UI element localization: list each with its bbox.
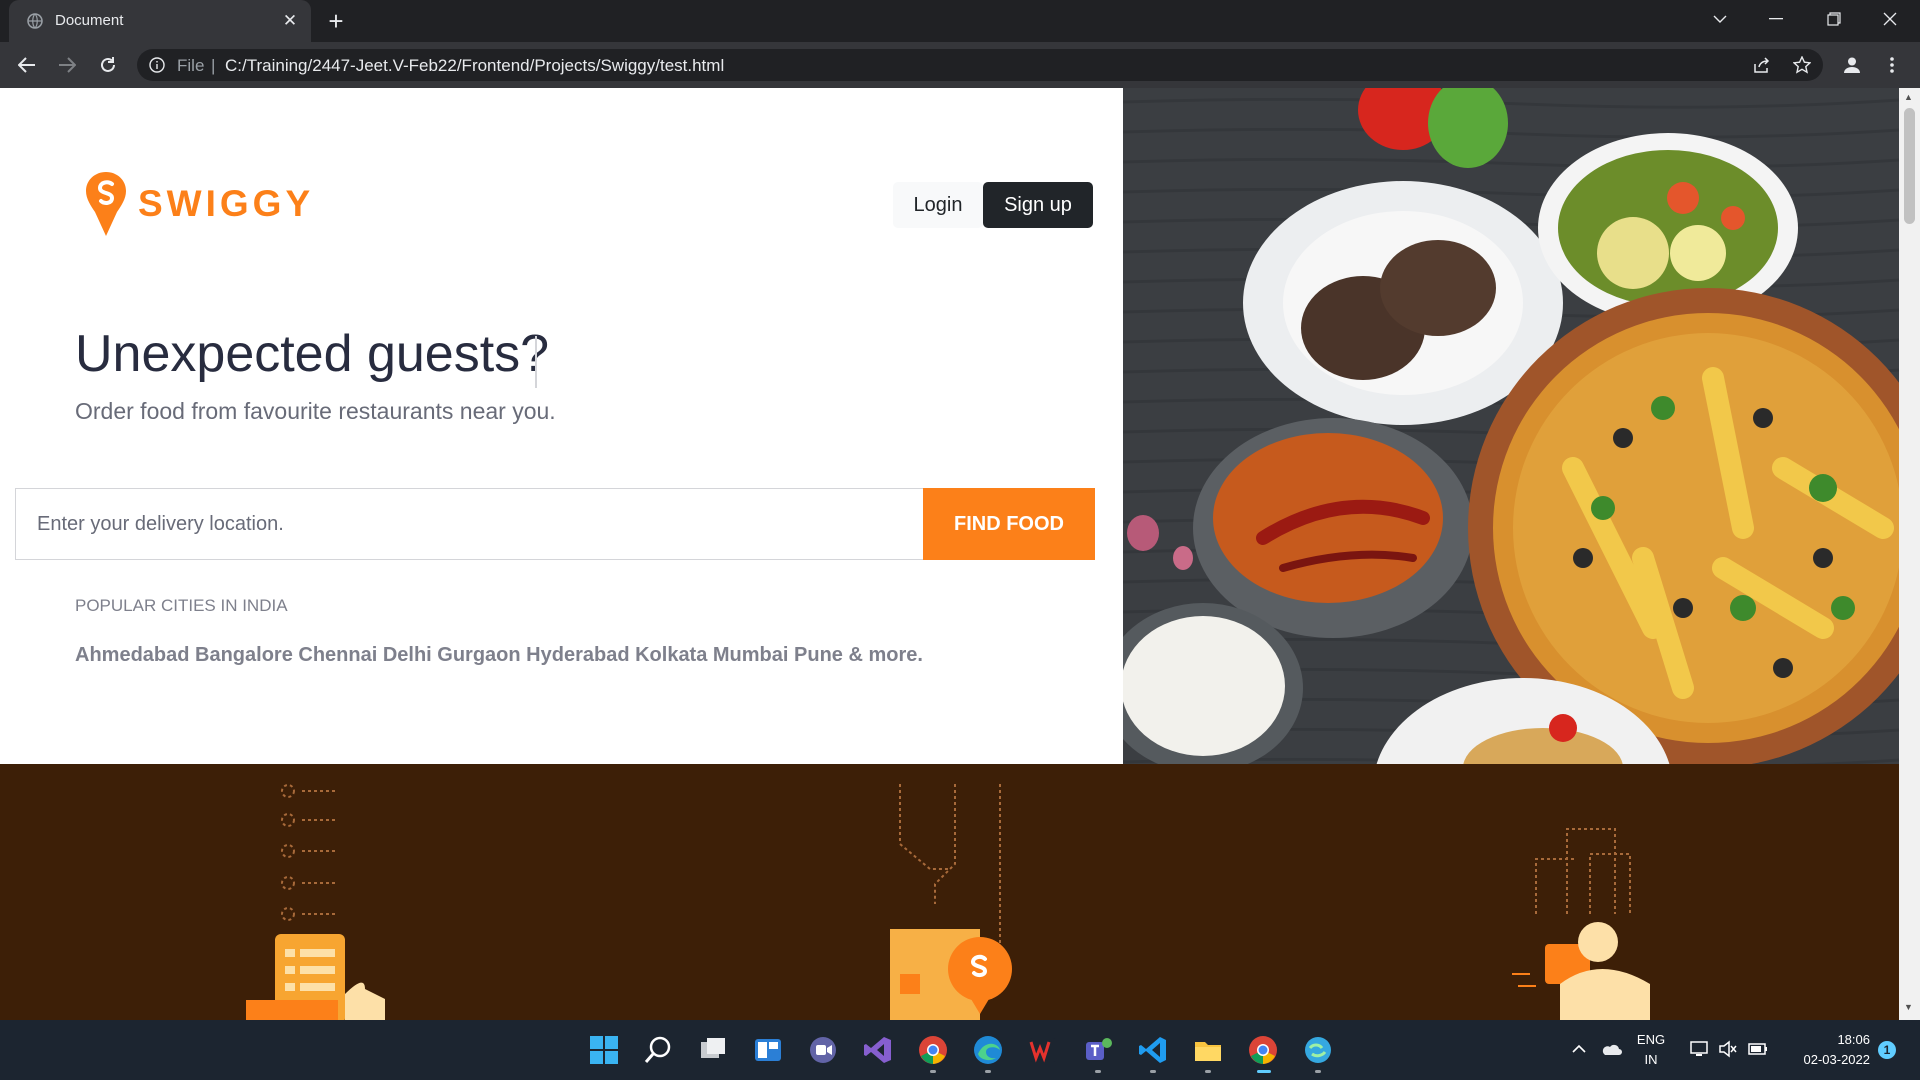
- battery-charging-icon[interactable]: [1746, 1040, 1768, 1058]
- address-separator: |: [211, 56, 216, 75]
- brand-wordmark: SWIGGY: [138, 183, 315, 224]
- share-icon[interactable]: [1750, 53, 1774, 77]
- notification-badge[interactable]: 1: [1878, 1041, 1896, 1059]
- clock-date[interactable]: 02-03-2022: [1780, 1052, 1871, 1067]
- running-indicator: [985, 1070, 991, 1073]
- teams-chat-icon[interactable]: [807, 1034, 839, 1066]
- forward-icon[interactable]: [52, 50, 82, 80]
- tab-title: Document: [55, 12, 124, 29]
- active-indicator: [1257, 1070, 1271, 1073]
- find-food-button[interactable]: FIND FOOD: [923, 488, 1095, 560]
- restore-icon[interactable]: [1806, 0, 1862, 38]
- window-close-icon[interactable]: [1862, 0, 1918, 38]
- scrollbar-thumb[interactable]: [1904, 108, 1915, 224]
- tab-close-icon[interactable]: ✕: [279, 10, 301, 32]
- login-button[interactable]: Login: [893, 182, 983, 228]
- tab-strip: Document ✕ +: [0, 0, 1920, 42]
- hero-section: SWIGGY Login Sign up Unexpected guests? …: [0, 88, 1123, 764]
- minimize-icon[interactable]: [1748, 0, 1804, 38]
- address-url[interactable]: C:/Training/2447-Jeet.V-Feb22/Frontend/P…: [225, 56, 724, 76]
- reload-icon[interactable]: [93, 50, 123, 80]
- browser-toolbar: File | C:/Training/2447-Jeet.V-Feb22/Fro…: [0, 42, 1920, 88]
- tray-chevron-up-icon[interactable]: [1572, 1044, 1586, 1054]
- network-icon[interactable]: [1690, 1040, 1710, 1058]
- popular-cities-list[interactable]: Ahmedabad Bangalore Chennai Delhi Gurgao…: [75, 644, 923, 667]
- profile-icon[interactable]: [1840, 53, 1864, 77]
- edge-icon[interactable]: [972, 1034, 1004, 1066]
- running-indicator: [1095, 1070, 1101, 1073]
- order-illustration: [281, 784, 338, 921]
- weather-app-icon[interactable]: [1302, 1034, 1334, 1066]
- address-bar[interactable]: File | C:/Training/2447-Jeet.V-Feb22/Fro…: [137, 49, 1823, 81]
- vertical-scrollbar[interactable]: ▲ ▼: [1899, 88, 1920, 1020]
- info-icon[interactable]: [149, 57, 165, 73]
- browser-tab[interactable]: Document ✕: [9, 0, 311, 42]
- swiggy-pin-icon: [86, 172, 126, 236]
- back-icon[interactable]: [12, 50, 42, 80]
- bookmark-star-icon[interactable]: [1790, 53, 1814, 77]
- windows-start-icon[interactable]: [588, 1034, 620, 1066]
- address-scheme: File: [177, 56, 205, 75]
- visual-studio-icon[interactable]: [862, 1034, 894, 1066]
- new-tab-button[interactable]: +: [322, 7, 350, 35]
- signup-button[interactable]: Sign up: [983, 182, 1093, 228]
- swiggy-logo[interactable]: SWIGGY: [84, 170, 314, 238]
- teams-icon[interactable]: [1082, 1034, 1114, 1066]
- wps-office-icon[interactable]: [1027, 1034, 1059, 1066]
- how-it-works-section: [0, 764, 1899, 1020]
- chrome-icon[interactable]: [917, 1034, 949, 1066]
- page-viewport: SWIGGY Login Sign up Unexpected guests? …: [0, 88, 1920, 1020]
- windows-taskbar: ENG IN 18:06 02-03-2022 1: [0, 1020, 1920, 1080]
- food-hero-image: [1123, 88, 1899, 764]
- page-subtitle: Order food from favourite restaurants ne…: [75, 398, 556, 424]
- menu-kebab-icon[interactable]: [1880, 53, 1904, 77]
- tab-search-icon[interactable]: [1692, 0, 1748, 38]
- location-search: FIND FOOD: [15, 488, 1095, 560]
- delivery-location-input[interactable]: [16, 489, 922, 559]
- popular-cities-heading: POPULAR CITIES IN INDIA: [75, 596, 288, 615]
- language-region[interactable]: IN: [1636, 1052, 1666, 1067]
- running-indicator: [930, 1070, 936, 1073]
- language-code[interactable]: ENG: [1636, 1032, 1666, 1047]
- typing-cursor: [535, 336, 537, 388]
- running-indicator: [1315, 1070, 1321, 1073]
- onedrive-cloud-icon[interactable]: [1600, 1042, 1622, 1056]
- page-title: Unexpected guests?: [75, 325, 550, 383]
- globe-icon: [27, 13, 43, 29]
- task-view-icon[interactable]: [697, 1034, 729, 1066]
- scroll-down-icon[interactable]: ▼: [1904, 1002, 1913, 1012]
- running-indicator: [1205, 1070, 1211, 1073]
- clock-time[interactable]: 18:06: [1780, 1032, 1870, 1047]
- widgets-icon[interactable]: [752, 1034, 784, 1066]
- vscode-icon[interactable]: [1137, 1034, 1169, 1066]
- scroll-up-icon[interactable]: ▲: [1904, 92, 1913, 102]
- running-indicator: [1150, 1070, 1156, 1073]
- volume-muted-icon[interactable]: [1718, 1040, 1738, 1058]
- chrome-active-icon[interactable]: [1247, 1034, 1279, 1066]
- search-icon[interactable]: [642, 1034, 674, 1066]
- file-explorer-icon[interactable]: [1192, 1034, 1224, 1066]
